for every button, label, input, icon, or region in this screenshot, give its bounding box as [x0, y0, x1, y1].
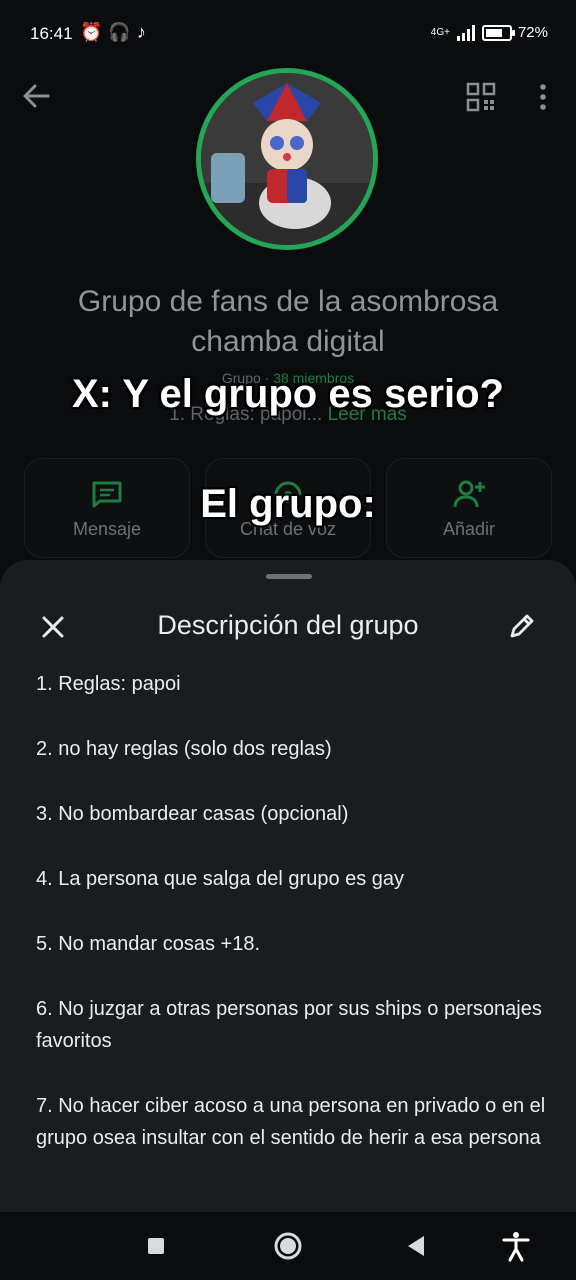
rule-item: 4. La persona que salga del grupo es gay	[36, 868, 405, 890]
group-description-sheet: Descripción del grupo 1. Reglas: papoi 2…	[0, 560, 576, 1212]
tiktok-icon: ♪	[136, 22, 146, 42]
rule-item: 3. No bombardear casas (opcional)	[36, 803, 349, 825]
avatar-image	[201, 73, 373, 245]
recent-apps-icon[interactable]	[140, 1230, 172, 1262]
rules-list: 1. Reglas: papoi 2. no hay reglas (solo …	[36, 668, 546, 1187]
alarm-icon: ⏰	[80, 22, 103, 42]
status-right: 4G+ 72%	[431, 24, 548, 41]
rule-item: 5. No mandar cosas +18.	[36, 933, 261, 955]
sheet-drag-handle[interactable]	[266, 574, 312, 579]
back-triangle-icon[interactable]	[400, 1230, 432, 1262]
qr-code-icon[interactable]	[466, 82, 496, 112]
more-options-icon[interactable]	[534, 82, 552, 112]
status-bar: 16:41 ⏰ 🎧 ♪ 4G+ 72%	[0, 0, 576, 70]
overlay-caption-question: X: Y el grupo es serio?	[72, 372, 504, 416]
accessibility-icon[interactable]	[500, 1230, 532, 1262]
group-name: Grupo de fans de la asombrosa chamba dig…	[77, 285, 499, 358]
rule-item: 6. No juzgar a otras personas por sus sh…	[36, 998, 542, 1052]
back-arrow-icon[interactable]	[18, 78, 54, 114]
overlay-caption-answer: El grupo:	[200, 482, 376, 526]
network-label: 4G+	[430, 27, 450, 38]
status-time: 16:41	[30, 24, 73, 43]
group-avatar[interactable]	[196, 68, 378, 250]
headphones-icon: 🎧	[108, 22, 131, 42]
system-navigation-bar	[0, 1212, 576, 1280]
rule-item: 7. No hacer ciber acoso a una persona en…	[36, 1095, 546, 1149]
status-notification-icons: ⏰ 🎧 ♪	[80, 22, 146, 43]
home-icon[interactable]	[272, 1230, 304, 1262]
battery-icon	[481, 24, 515, 41]
rule-item: 1. Reglas: papoi	[36, 673, 181, 695]
rule-item: 2. no hay reglas (solo dos reglas)	[36, 738, 332, 760]
battery-level: 72%	[517, 24, 548, 41]
signal-icon	[456, 24, 475, 41]
edit-pencil-icon[interactable]	[506, 610, 538, 642]
sheet-title: Descripción del grupo	[157, 610, 419, 640]
